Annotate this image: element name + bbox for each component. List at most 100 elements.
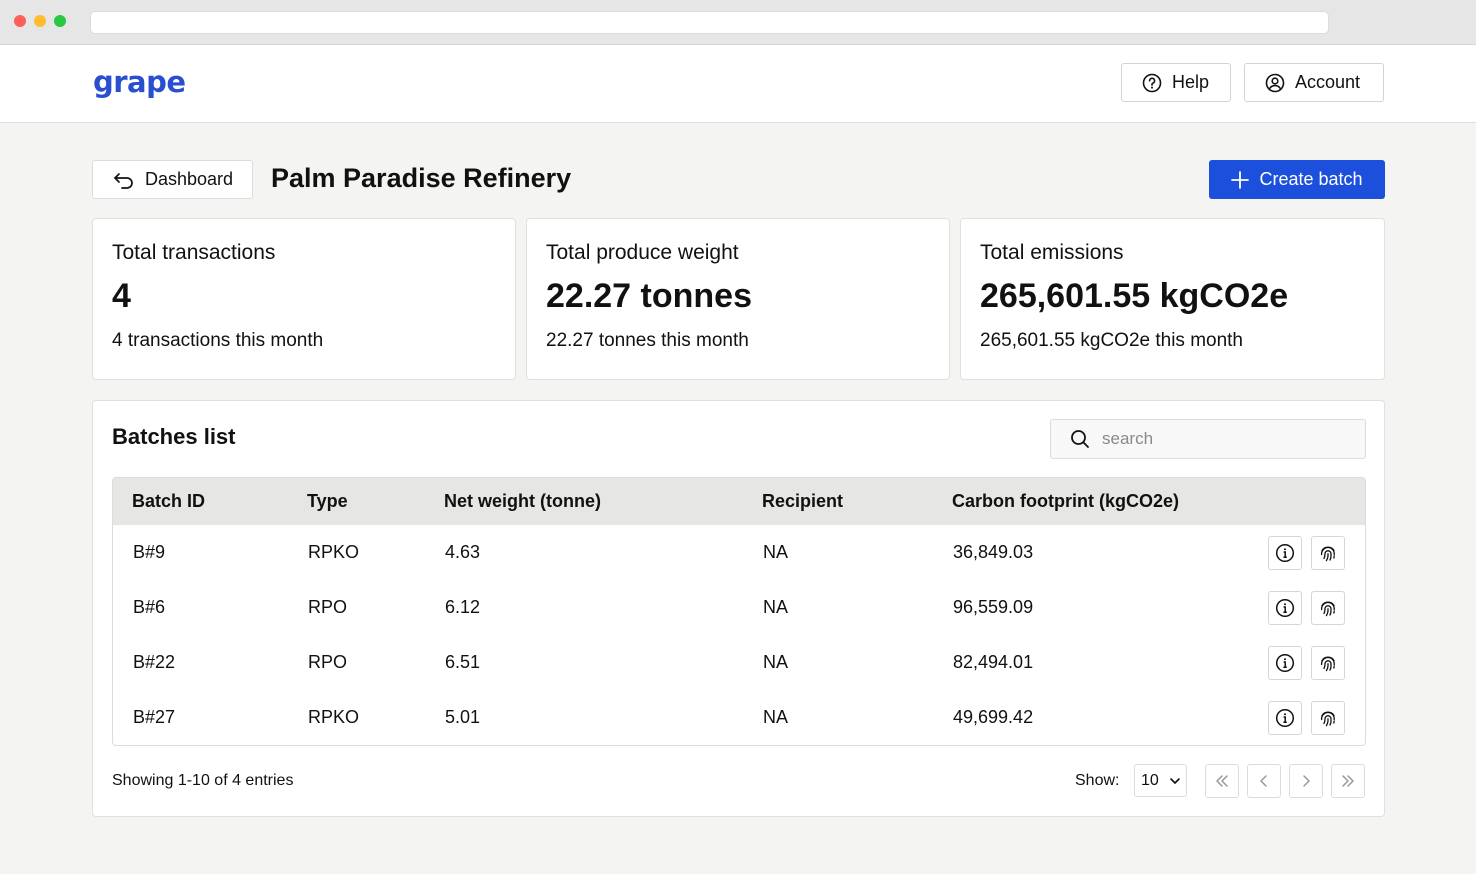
search-icon: [1071, 430, 1089, 448]
create-batch-label: Create batch: [1259, 169, 1363, 189]
search-box[interactable]: [1050, 419, 1366, 459]
cell-recipient: NA: [763, 542, 789, 562]
page-title: Palm Paradise Refinery: [271, 163, 572, 193]
back-label: Dashboard: [145, 169, 234, 189]
page-size-label: Show:: [1075, 772, 1120, 789]
last-page-button[interactable]: [1331, 764, 1365, 798]
double-chevron-left-icon: [1216, 775, 1228, 787]
table-row: B#27 RPKO 5.01 NA 49,699.42: [113, 690, 1365, 745]
batches-title: Batches list: [112, 424, 236, 449]
cell-carbon-footprint: 96,559.09: [953, 597, 1034, 617]
double-chevron-right-icon: [1342, 775, 1354, 787]
fingerprint-icon: [1320, 656, 1335, 671]
chevron-left-icon: [1260, 775, 1267, 787]
account-button[interactable]: Account: [1244, 63, 1384, 102]
fingerprint-icon: [1320, 601, 1335, 616]
create-batch-button[interactable]: Create batch: [1209, 160, 1385, 199]
app-header: grape Help Account: [0, 45, 1476, 123]
cell-net-weight: 6.12: [445, 597, 481, 617]
cell-net-weight: 5.01: [445, 707, 481, 727]
cell-recipient: NA: [763, 597, 789, 617]
cell-recipient: NA: [763, 707, 789, 727]
table-row: B#9 RPKO 4.63 NA 36,849.03: [113, 525, 1365, 580]
stat-value: 4: [112, 277, 131, 315]
stat-card-produce-weight: Total produce weight 22.27 tonnes 22.27 …: [526, 218, 950, 380]
column-header-recipient[interactable]: Recipient: [762, 491, 843, 512]
cell-type: RPO: [308, 652, 348, 672]
batches-panel: Batches list Batch ID Type Net weight (t…: [92, 400, 1385, 817]
fingerprint-button[interactable]: [1311, 590, 1345, 625]
table-row: B#6 RPO 6.12 NA 96,559.09: [113, 580, 1365, 635]
help-icon: [1142, 73, 1162, 92]
user-circle-icon: [1265, 73, 1285, 92]
column-header-carbon-footprint[interactable]: Carbon footprint (kgCO2e): [952, 491, 1179, 512]
info-icon: [1275, 708, 1295, 727]
cell-carbon-footprint: 36,849.03: [953, 542, 1034, 562]
stat-card-transactions: Total transactions 4 4 transactions this…: [92, 218, 516, 380]
close-window-button[interactable]: [14, 15, 26, 27]
fingerprint-button[interactable]: [1311, 700, 1345, 735]
next-page-button[interactable]: [1289, 764, 1323, 798]
batches-table: Batch ID Type Net weight (tonne) Recipie…: [112, 477, 1366, 746]
plus-icon: [1231, 170, 1250, 189]
fingerprint-icon: [1320, 711, 1335, 726]
row-actions: [1268, 645, 1345, 680]
cell-batch-id: B#22: [133, 652, 176, 672]
row-actions: [1268, 535, 1345, 570]
chevron-down-icon: [1169, 777, 1180, 784]
previous-page-button[interactable]: [1247, 764, 1281, 798]
search-input[interactable]: [1102, 429, 1352, 449]
cell-net-weight: 4.63: [445, 542, 481, 562]
page-size-value: 10: [1141, 771, 1159, 789]
first-page-button[interactable]: [1205, 764, 1239, 798]
table-row: B#22 RPO 6.51 NA 82,494.01: [113, 635, 1365, 690]
dashboard-back-button[interactable]: Dashboard: [92, 160, 253, 199]
minimize-window-button[interactable]: [34, 15, 46, 27]
cell-batch-id: B#9: [133, 542, 166, 562]
row-actions: [1268, 700, 1345, 735]
page-size-select[interactable]: 10: [1134, 764, 1187, 797]
table-header: Batch ID Type Net weight (tonne) Recipie…: [113, 478, 1365, 525]
cell-carbon-footprint: 49,699.42: [953, 707, 1034, 727]
cell-batch-id: B#6: [133, 597, 166, 617]
grape-logo[interactable]: grape: [93, 65, 186, 99]
fingerprint-button[interactable]: [1311, 535, 1345, 570]
stat-label: Total produce weight: [546, 241, 739, 264]
stat-subtext: 22.27 tonnes this month: [546, 330, 749, 351]
info-button[interactable]: [1268, 700, 1302, 735]
column-header-net-weight[interactable]: Net weight (tonne): [444, 491, 601, 512]
info-button[interactable]: [1268, 645, 1302, 680]
fingerprint-button[interactable]: [1311, 645, 1345, 680]
info-button[interactable]: [1268, 535, 1302, 570]
help-button[interactable]: Help: [1121, 63, 1231, 102]
chevron-right-icon: [1303, 775, 1310, 787]
browser-chrome: [0, 0, 1476, 45]
column-header-batch-id[interactable]: Batch ID: [132, 491, 205, 512]
account-label: Account: [1295, 72, 1361, 92]
entries-summary: Showing 1-10 of 4 entries: [112, 772, 294, 789]
info-icon: [1275, 653, 1295, 672]
fingerprint-icon: [1320, 546, 1335, 561]
cell-type: RPKO: [308, 707, 360, 727]
column-header-type[interactable]: Type: [307, 491, 348, 512]
stat-value: 265,601.55 kgCO2e: [980, 277, 1289, 315]
stat-subtext: 265,601.55 kgCO2e this month: [980, 330, 1244, 351]
stat-subtext: 4 transactions this month: [112, 330, 324, 351]
cell-type: RPO: [308, 597, 348, 617]
back-arrow-icon: [114, 172, 133, 189]
row-actions: [1268, 590, 1345, 625]
maximize-window-button[interactable]: [54, 15, 66, 27]
cell-carbon-footprint: 82,494.01: [953, 652, 1034, 672]
cell-net-weight: 6.51: [445, 652, 481, 672]
info-icon: [1275, 598, 1295, 617]
cell-batch-id: B#27: [133, 707, 176, 727]
stat-value: 22.27 tonnes: [546, 277, 752, 315]
cell-recipient: NA: [763, 652, 789, 672]
stat-label: Total transactions: [112, 241, 276, 264]
stat-card-emissions: Total emissions 265,601.55 kgCO2e 265,60…: [960, 218, 1385, 380]
info-icon: [1275, 543, 1295, 562]
info-button[interactable]: [1268, 590, 1302, 625]
address-bar[interactable]: [90, 11, 1329, 34]
help-label: Help: [1172, 72, 1210, 92]
stat-label: Total emissions: [980, 241, 1124, 264]
